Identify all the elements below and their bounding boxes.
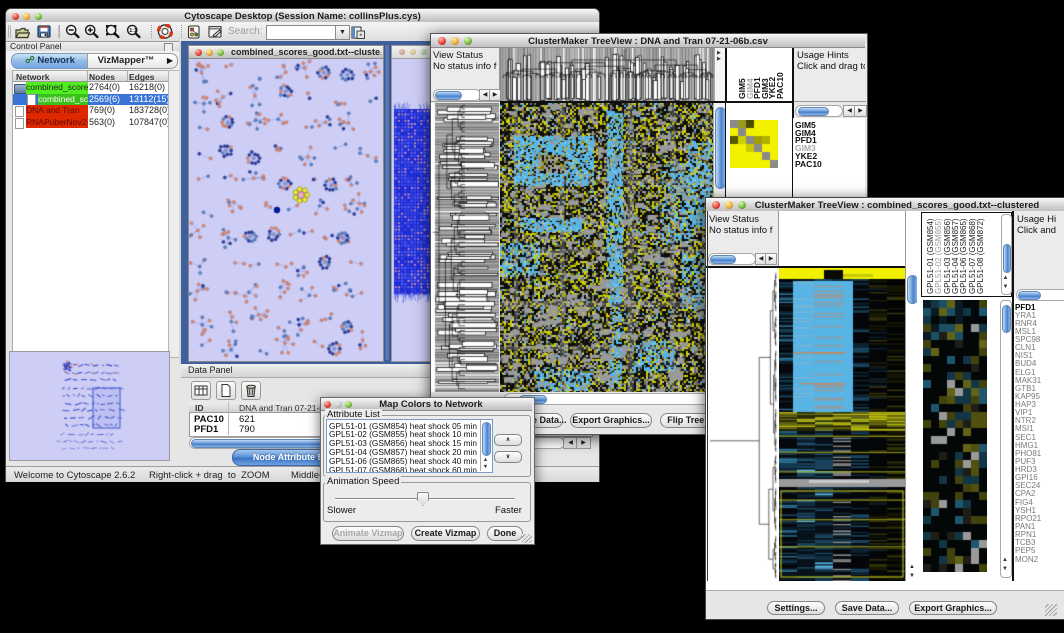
- svg-text:1:1: 1:1: [129, 28, 136, 34]
